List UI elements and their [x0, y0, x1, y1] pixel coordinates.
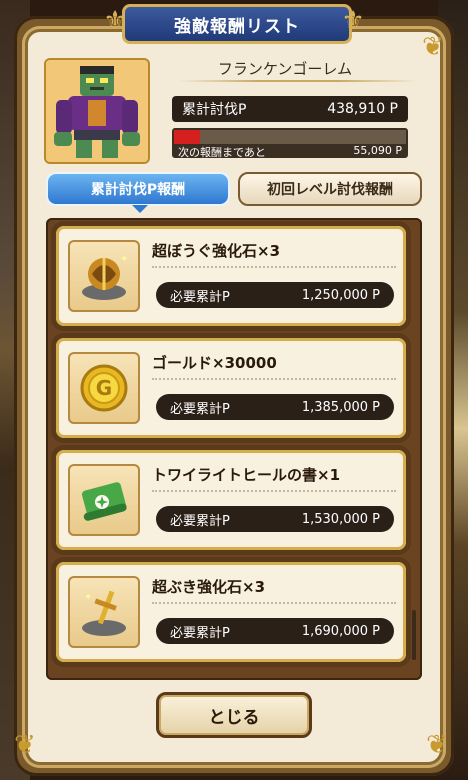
corner-ornament-icon: ❦: [426, 730, 448, 760]
divider: [178, 80, 418, 82]
reward-name: ゴールド×30000: [152, 354, 277, 372]
divider: [152, 602, 396, 604]
reward-card: ✦ 超ぼうぐ強化石×3 必要累計P 1,250,000 P: [56, 226, 406, 326]
reward-name: 超ぶき強化石×3: [152, 578, 266, 596]
monster-name: フランケンゴーレム: [217, 60, 353, 78]
close-button[interactable]: とじる: [156, 692, 312, 738]
gold-coin-icon: G: [80, 364, 128, 412]
required-points: 必要累計P 1,385,000 P: [156, 394, 394, 420]
scroll-icon: [81, 482, 127, 521]
required-value: 1,690,000 P: [301, 623, 380, 639]
required-label: 必要累計P: [170, 625, 230, 641]
required-points: 必要累計P 1,690,000 P: [156, 618, 394, 644]
reward-icon-frame: G: [68, 352, 140, 424]
weapon-stone-icon: ✦: [82, 590, 126, 636]
divider: [152, 490, 396, 492]
tab-first-level-reward[interactable]: 初回レベル討伐報酬: [238, 172, 422, 206]
corner-ornament-icon: ❦: [14, 730, 36, 760]
tab-label: 初回レベル討伐報酬: [267, 182, 393, 198]
svg-text:G: G: [96, 376, 112, 400]
title-bar: 強敵報酬リスト: [122, 4, 352, 44]
required-label: 必要累計P: [170, 401, 230, 417]
reward-icon-frame: ✦: [68, 240, 140, 312]
svg-text:✦: ✦: [84, 592, 92, 603]
reward-name: 超ぼうぐ強化石×3: [152, 242, 281, 260]
reward-card: トワイライトヒールの書×1 必要累計P 1,530,000 P: [56, 450, 406, 550]
required-value: 1,250,000 P: [301, 287, 380, 303]
next-reward-label: 次の報酬まであと: [178, 146, 266, 158]
progress-fill: [174, 130, 200, 144]
reward-icon-frame: [68, 464, 140, 536]
required-label: 必要累計P: [170, 289, 230, 305]
monster-portrait: [44, 58, 150, 164]
required-points: 必要累計P 1,530,000 P: [156, 506, 394, 532]
reward-card: G ゴールド×30000 必要累計P 1,385,000 P: [56, 338, 406, 438]
frankengolem-icon: [46, 60, 148, 162]
scrollbar[interactable]: [412, 610, 416, 660]
next-reward-value: 55,090 P: [353, 144, 402, 157]
required-value: 1,385,000 P: [301, 399, 380, 415]
dialog-title: 強敵報酬リスト: [174, 16, 300, 37]
armor-stone-icon: ✦: [82, 254, 128, 300]
total-points-label: 累計討伐P: [182, 102, 247, 118]
fleur-right-icon: ⚜: [341, 6, 365, 36]
tab-cumulative-reward[interactable]: 累計討伐P報酬: [46, 172, 230, 213]
progress-track: [174, 130, 406, 144]
svg-text:✦: ✦: [120, 254, 128, 265]
dialog-header: ⚜ 強敵報酬リスト ⚜: [100, 2, 368, 44]
divider: [152, 378, 396, 380]
close-button-label: とじる: [208, 707, 260, 728]
reward-name: トワイライトヒールの書×1: [152, 466, 341, 484]
reward-list[interactable]: ✦ 超ぼうぐ強化石×3 必要累計P 1,250,000 P G ゴールド×300…: [46, 218, 422, 680]
required-value: 1,530,000 P: [301, 511, 380, 527]
required-label: 必要累計P: [170, 513, 230, 529]
total-points-bar: 累計討伐P 438,910 P: [172, 96, 408, 122]
next-reward-progress: 次の報酬まであと 55,090 P: [172, 128, 408, 158]
tab-label: 累計討伐P報酬: [90, 182, 186, 198]
required-points: 必要累計P 1,250,000 P: [156, 282, 394, 308]
divider: [152, 266, 396, 268]
total-points-value: 438,910 P: [327, 101, 398, 117]
corner-ornament-icon: ❦: [422, 32, 444, 62]
reward-icon-frame: ✦: [68, 576, 140, 648]
reward-card: ✦ 超ぶき強化石×3 必要累計P 1,690,000 P: [56, 562, 406, 662]
